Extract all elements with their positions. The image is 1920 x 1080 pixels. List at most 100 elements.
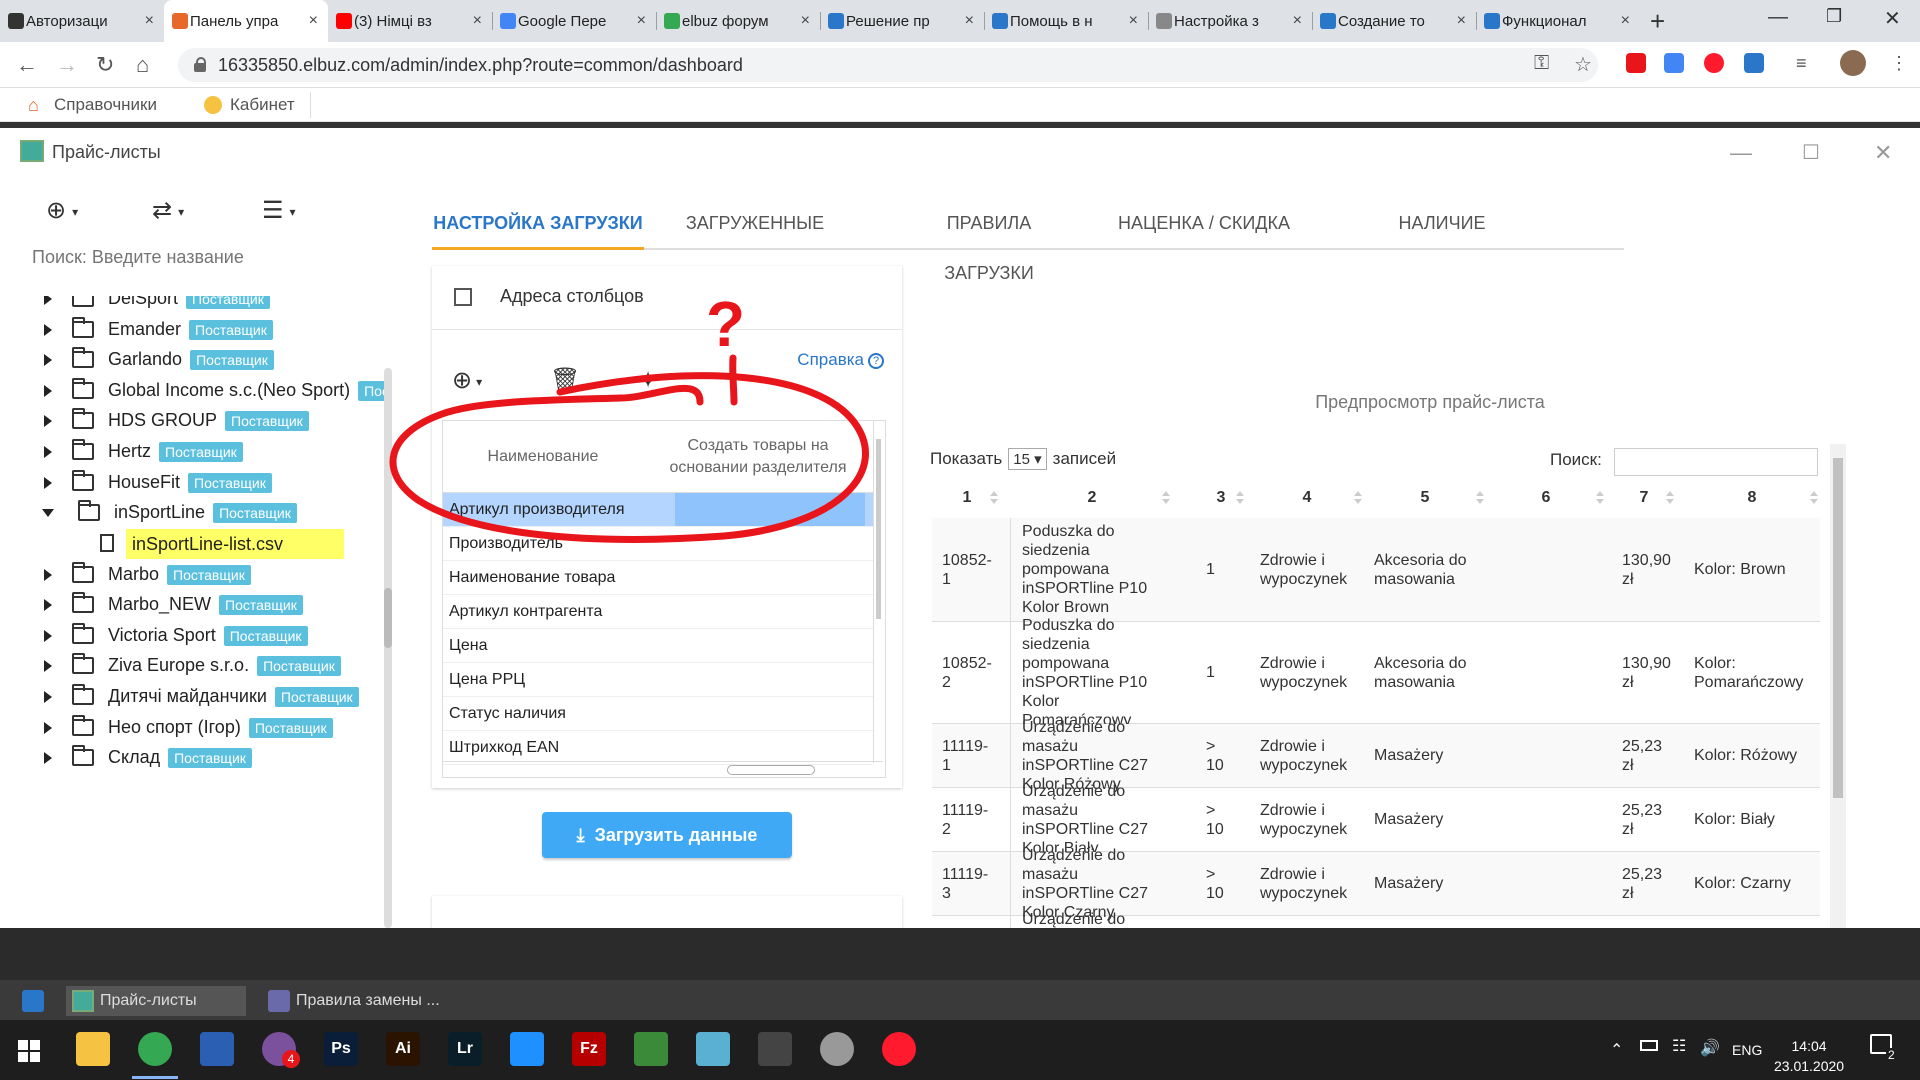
avatar[interactable] bbox=[1840, 50, 1866, 76]
app-green-icon[interactable] bbox=[634, 1032, 668, 1066]
tree-search-input[interactable] bbox=[32, 242, 362, 272]
scroll-thumb[interactable] bbox=[876, 439, 881, 619]
browser-tab[interactable]: Помощь в н × bbox=[984, 0, 1148, 42]
appbar-item-price-lists[interactable]: Прайс-листы bbox=[66, 986, 246, 1016]
trash-icon[interactable]: 🗑 bbox=[550, 366, 580, 395]
clock[interactable]: 14:04 23.01.2020 bbox=[1774, 1036, 1844, 1076]
tree-node[interactable]: Garlando Поставщик bbox=[0, 345, 385, 375]
reading-list-icon[interactable]: ≡ bbox=[1796, 53, 1816, 73]
help-link[interactable]: Справка? bbox=[797, 350, 884, 370]
tab-close-icon[interactable]: × bbox=[309, 12, 318, 30]
caret-right-icon[interactable] bbox=[44, 323, 52, 336]
cloud-icon[interactable] bbox=[510, 1032, 544, 1066]
grid-hscrollbar[interactable] bbox=[443, 761, 883, 777]
magic-wand-icon[interactable]: ✦ bbox=[638, 366, 658, 395]
table-row[interactable]: 10852-1 Poduszka do siedzenia pompowana i… bbox=[932, 518, 1820, 622]
volume-icon[interactable]: 🔊 bbox=[1700, 1038, 1720, 1058]
browser-tab[interactable]: Создание то × bbox=[1312, 0, 1476, 42]
sort-icon[interactable] bbox=[1596, 491, 1604, 505]
page-length-select[interactable]: 15 ▾ bbox=[1008, 448, 1047, 470]
tree-node[interactable]: inSportLine Поставщик bbox=[0, 498, 385, 528]
caret-right-icon[interactable] bbox=[44, 296, 52, 305]
tab-close-icon[interactable]: × bbox=[801, 12, 810, 30]
minimize-icon[interactable]: — bbox=[1768, 6, 1788, 29]
table-row[interactable]: 10852-2 Poduszka do siedzenia pompowana i… bbox=[932, 617, 1820, 729]
photoshop-icon[interactable]: Ps bbox=[324, 1032, 358, 1066]
grid-row[interactable]: Производитель bbox=[443, 527, 873, 561]
grid-scrollbar[interactable] bbox=[873, 421, 883, 763]
extension-icon[interactable] bbox=[1664, 53, 1684, 73]
scroll-thumb[interactable] bbox=[727, 765, 815, 775]
bookmark-cabinet[interactable]: Кабинет bbox=[200, 92, 295, 118]
menu-icon[interactable]: ⋮ bbox=[1890, 53, 1910, 73]
grid-row[interactable]: Наименование товара bbox=[443, 561, 873, 595]
tree-node[interactable]: Marbo_NEW Поставщик bbox=[0, 590, 385, 620]
grid-row[interactable]: Артикул контрагента bbox=[443, 595, 873, 629]
caret-down-icon[interactable] bbox=[42, 509, 54, 518]
url-field[interactable]: 16335850.elbuz.com/admin/index.php?route… bbox=[178, 48, 1598, 82]
tree-node[interactable]: Нео спорт (Ігор) Поставщик bbox=[0, 713, 385, 743]
column-header[interactable]: 2 bbox=[1012, 478, 1172, 518]
browser-tab[interactable]: Панель упра × bbox=[164, 0, 328, 42]
tab-close-icon[interactable]: × bbox=[1621, 12, 1630, 30]
filezilla-icon[interactable]: Fz bbox=[572, 1032, 606, 1066]
sync-dropdown[interactable]: ⇄ ▾ bbox=[152, 196, 184, 225]
caret-right-icon[interactable] bbox=[44, 476, 52, 489]
column-header[interactable]: 5 bbox=[1364, 478, 1486, 518]
explorer-icon[interactable] bbox=[76, 1032, 110, 1066]
browser-tab[interactable]: Google Пере × bbox=[492, 0, 656, 42]
tab-availability[interactable]: НАЛИЧИЕ bbox=[1322, 198, 1562, 250]
browser-tab[interactable]: Авторизаци × bbox=[0, 0, 164, 42]
tab-close-icon[interactable]: × bbox=[145, 12, 154, 30]
tab-close-icon[interactable]: × bbox=[473, 12, 482, 30]
windows-start-icon[interactable] bbox=[18, 1040, 40, 1062]
list-menu-dropdown[interactable]: ☰ ▾ bbox=[262, 196, 296, 225]
caret-right-icon[interactable] bbox=[44, 660, 52, 673]
caret-right-icon[interactable] bbox=[44, 568, 52, 581]
app-gray-icon[interactable] bbox=[820, 1032, 854, 1066]
sort-icon[interactable] bbox=[1810, 491, 1818, 505]
browser-tab[interactable]: Функционал × bbox=[1476, 0, 1640, 42]
tree-node[interactable]: Ziva Europe s.r.o. Поставщик bbox=[0, 651, 385, 681]
window-minimize-icon[interactable]: — bbox=[1730, 140, 1752, 166]
forward-icon[interactable]: → bbox=[56, 52, 78, 78]
tree-node[interactable]: Marbo Поставщик bbox=[0, 560, 385, 590]
table-row[interactable]: 11119-1 Urządzenie do masażu inSPORTline … bbox=[932, 719, 1820, 793]
app-logo[interactable] bbox=[16, 986, 46, 1016]
sort-icon[interactable] bbox=[1666, 491, 1674, 505]
new-tab-button[interactable]: + bbox=[1650, 6, 1665, 37]
tab-load-settings[interactable]: НАСТРОЙКА ЗАГРУЗКИ bbox=[432, 198, 644, 250]
tab-markup-discount[interactable]: НАЦЕНКА / СКИДКА bbox=[1112, 198, 1296, 250]
key-icon[interactable]: ⚿ bbox=[1534, 52, 1549, 75]
caret-right-icon[interactable] bbox=[44, 691, 52, 704]
chrome-icon[interactable] bbox=[138, 1032, 172, 1066]
column-header[interactable]: 8 bbox=[1684, 478, 1820, 518]
tab-close-icon[interactable]: × bbox=[1293, 12, 1302, 30]
extension-icon[interactable] bbox=[1744, 53, 1764, 73]
window-close-icon[interactable]: ✕ bbox=[1874, 140, 1892, 166]
caret-right-icon[interactable] bbox=[44, 599, 52, 612]
caret-right-icon[interactable] bbox=[44, 752, 52, 765]
grid-row[interactable]: Статус наличия bbox=[443, 697, 873, 731]
restore-icon[interactable]: ❐ bbox=[1826, 6, 1842, 27]
extension-icon[interactable] bbox=[1626, 53, 1646, 73]
lightroom-icon[interactable]: Lr bbox=[448, 1032, 482, 1066]
tree-scrollbar[interactable] bbox=[384, 368, 392, 928]
wifi-icon[interactable]: ☷ bbox=[1672, 1036, 1686, 1056]
reload-icon[interactable]: ↻ bbox=[96, 52, 114, 78]
illustrator-icon[interactable]: Ai bbox=[386, 1032, 420, 1066]
grid-row[interactable]: Цена bbox=[443, 629, 873, 663]
tree-node[interactable]: Hertz Поставщик bbox=[0, 437, 385, 467]
bookmark-directories[interactable]: ⌂ Справочники bbox=[24, 92, 157, 118]
scroll-thumb[interactable] bbox=[1833, 458, 1843, 798]
caret-right-icon[interactable] bbox=[44, 415, 52, 428]
caret-right-icon[interactable] bbox=[44, 721, 52, 734]
tree-node[interactable]: Global Income s.c.(Neo Sport) Поставщик bbox=[0, 376, 385, 406]
tab-close-icon[interactable]: × bbox=[1457, 12, 1466, 30]
scroll-thumb[interactable] bbox=[384, 588, 392, 648]
sort-icon[interactable] bbox=[1162, 491, 1170, 505]
sort-icon[interactable] bbox=[1236, 491, 1244, 505]
caret-right-icon[interactable] bbox=[44, 446, 52, 459]
app-blue-icon[interactable] bbox=[696, 1032, 730, 1066]
upload-data-button[interactable]: ⤓ Загрузить данные bbox=[542, 812, 792, 858]
